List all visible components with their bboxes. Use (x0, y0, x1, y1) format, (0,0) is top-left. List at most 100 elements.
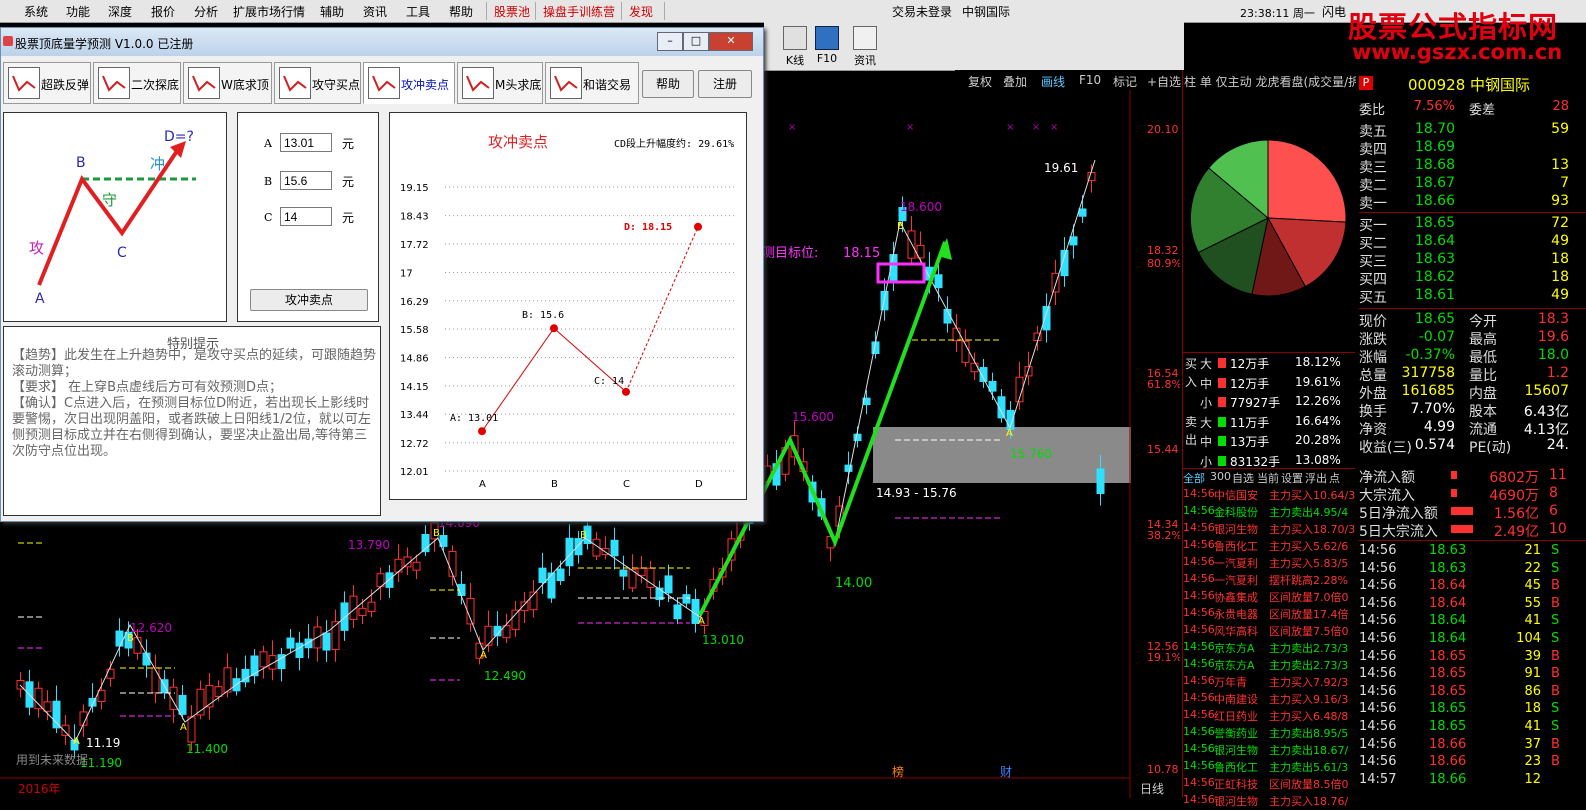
tick-filter-2[interactable]: 自选 (1232, 470, 1254, 486)
right-header[interactable]: 柱 单 仅主动 龙虎看盘(成交量/拆 (1184, 73, 1356, 90)
tick-filter-0[interactable]: 全部 (1183, 470, 1205, 486)
deal-time: 14:56 (1359, 560, 1397, 576)
dialog-titlebar[interactable]: 股票顶底量学预测 V1.0.0 已注册 – □ ✕ (1, 28, 763, 56)
menu-stock-pool[interactable]: 股票池 (494, 3, 530, 20)
menu-depth[interactable]: 深度 (108, 3, 132, 20)
flow-volume: 77927手 (1230, 396, 1281, 410)
ask-vol: 93 (1551, 193, 1569, 209)
menu-discover[interactable]: 发现 (629, 3, 653, 20)
calc-button[interactable]: 攻冲卖点 (250, 289, 368, 311)
tab-3[interactable]: W底求顶 (183, 62, 272, 104)
chart-btn-watchlist[interactable]: +自选 (1147, 73, 1181, 90)
tick-row[interactable]: 14:56 中信国安 主力买入10.64/3 (1183, 487, 1355, 504)
tick-filter-5[interactable]: 浮出 (1305, 470, 1327, 486)
menu-tools[interactable]: 工具 (406, 3, 430, 20)
tick-filter-3[interactable]: 当前 (1257, 470, 1279, 486)
tick-row[interactable]: 14:56 京东方A 主力卖出2.73/3 (1183, 657, 1355, 674)
candle (520, 601, 529, 612)
deal-row: 14:56 18.63 22 S (1359, 561, 1586, 579)
prediction-dialog[interactable]: 股票顶底量学预测 V1.0.0 已注册 – □ ✕ 超跌反弹 二次探底 W底求顶 攻守… (0, 27, 764, 522)
tick-row[interactable]: 14:56 红日药业 主力买入6.48/8 (1183, 708, 1355, 725)
chart-btn-f10[interactable]: F10 (1079, 73, 1101, 87)
candle (664, 575, 673, 594)
news-icon (853, 26, 877, 50)
tick-row[interactable]: 14:56 风华高科 区间放量7.5倍0 (1183, 623, 1355, 640)
deal-price: 18.65 (1429, 701, 1467, 717)
tick-row[interactable]: 14:56 一汽夏利 摆杆跳高2.28% (1183, 572, 1355, 589)
stat-value2: 15607 (1524, 383, 1569, 399)
tab-chart-icon (550, 67, 582, 99)
tab-5[interactable]: 攻冲卖点 (363, 62, 455, 104)
flow-row: 大 11万手 16.64% (1200, 414, 1355, 432)
menu-news[interactable]: 资讯 (363, 3, 387, 20)
menu-trainer[interactable]: 操盘手训练营 (543, 3, 615, 20)
stat-value: -0.37% (1405, 347, 1455, 363)
kline-button[interactable]: K线 (778, 26, 812, 68)
data-point (622, 387, 630, 396)
tick-row[interactable]: 14:56 京东方A 主力卖出2.73/3 (1183, 640, 1355, 657)
bid-price: 18.63 (1414, 251, 1455, 267)
tick-row[interactable]: 14:56 金科股份 主力卖出4.95/4 (1183, 504, 1355, 521)
tab-label: 和谐交易 (583, 78, 632, 92)
tick-row[interactable]: 14:56 中南建设 主力买入9.16/3 (1183, 691, 1355, 708)
tick-row[interactable]: 14:56 鲁西化工 主力买入5.62/6 (1183, 538, 1355, 555)
tick-row[interactable]: 14:56 银河生物 主力卖出18.67/ (1183, 742, 1355, 759)
projection-line (625, 226, 699, 393)
menu-assist[interactable]: 辅助 (320, 3, 344, 20)
flow-row: 中 13万手 20.28% (1200, 433, 1355, 451)
chart-btn-mark[interactable]: 标记 (1113, 73, 1137, 90)
y-tick-label: 17.72 (400, 240, 429, 251)
maximize-icon[interactable]: □ (683, 32, 709, 51)
close-icon[interactable]: ✕ (709, 32, 753, 51)
tick-row[interactable]: 14:56 誉衡药业 主力卖出8.95/5 (1183, 725, 1355, 742)
tick-filter-6[interactable]: 点 (1329, 470, 1340, 486)
chart-btn-fuquan[interactable]: 复权 (968, 73, 992, 90)
trade-status[interactable]: 交易未登录 (892, 3, 952, 20)
minimize-icon[interactable]: – (657, 32, 683, 51)
menu-help[interactable]: 帮助 (449, 3, 473, 20)
candle (952, 327, 961, 342)
register-button[interactable]: 注册 (698, 70, 752, 98)
input-a[interactable] (280, 133, 332, 152)
help-button[interactable]: 帮助 (642, 70, 694, 98)
f10-button[interactable]: F10 (810, 26, 844, 68)
menu-ext-market[interactable]: 扩展市场行情 (233, 3, 305, 20)
svg-text:B: B (127, 633, 134, 644)
tick-time: 14:56 (1183, 487, 1215, 500)
news-button[interactable]: 资讯 (848, 26, 882, 68)
menu-system[interactable]: 系统 (24, 3, 48, 20)
input-b[interactable] (280, 171, 332, 190)
tick-filter-4[interactable]: 设置 (1281, 470, 1303, 486)
tick-row[interactable]: 14:56 永贵电器 区间放量17.4倍 (1183, 606, 1355, 623)
tick-row[interactable]: 14:56 银河生物 主力买入18.70/3 (1183, 521, 1355, 538)
menu-quote[interactable]: 报价 (151, 3, 175, 20)
tick-row[interactable]: 14:56 协鑫集成 区间放量7.0倍0 (1183, 589, 1355, 606)
tick-row[interactable]: 14:56 鲁西化工 主力卖出5.61/3 (1183, 759, 1355, 776)
tick-action: 主力买入10.64/3 (1269, 489, 1355, 502)
menu-analysis[interactable]: 分析 (194, 3, 218, 20)
tick-filter-1[interactable]: 300 (1210, 470, 1231, 483)
tab-4[interactable]: 攻守买点 (274, 62, 361, 104)
candle (286, 637, 295, 649)
deal-row: 14:56 18.64 45 B (1359, 578, 1586, 596)
deal-side: S (1551, 613, 1560, 629)
tick-row[interactable]: 14:56 正虹科技 区间放量8.5倍0 (1183, 776, 1355, 793)
chart-btn-overlay[interactable]: 叠加 (1003, 73, 1027, 90)
tick-row[interactable]: 14:56 万年青 主力买入7.92/3 (1183, 674, 1355, 691)
flow-percent: 13.08% (1295, 452, 1341, 467)
stat-label: 涨幅 (1359, 350, 1387, 366)
tab-1[interactable]: 超跌反弹 (3, 62, 91, 104)
chart-btn-draw[interactable]: 画线 (1041, 73, 1065, 90)
menu-function[interactable]: 功能 (66, 3, 90, 20)
tick-row[interactable]: 14:56 一汽夏利 主力买入5.83/5 (1183, 555, 1355, 572)
tick-time: 14:56 (1183, 623, 1215, 636)
flow-percent: 18.12% (1295, 355, 1341, 369)
candle (970, 362, 979, 373)
ask-price: 18.68 (1414, 157, 1455, 173)
tab-7[interactable]: 和谐交易 (545, 62, 639, 104)
tab-6[interactable]: M头求底 (457, 62, 543, 104)
tab-2[interactable]: 二次探底 (93, 62, 181, 104)
tick-row[interactable]: 14:56 银河生物 主力买入18.76/ (1183, 793, 1355, 810)
input-c[interactable] (280, 207, 332, 226)
deal-volume: 104 (1516, 631, 1541, 646)
